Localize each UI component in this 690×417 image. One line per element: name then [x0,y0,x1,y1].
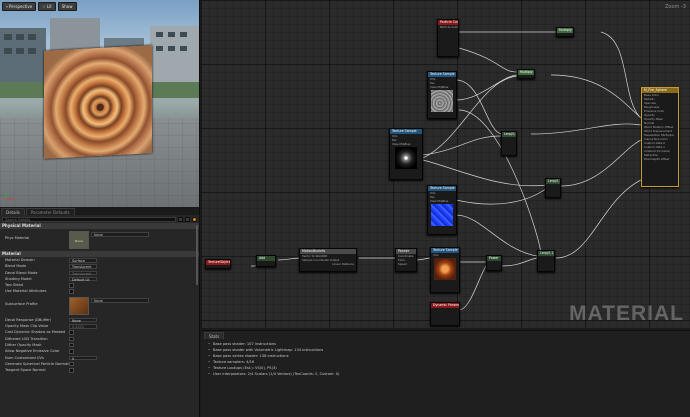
tangent-space-normal-row: Tangent Space Normal [0,367,199,373]
material-editor: ▾Perspective ☼Lit Show Details Parameter… [0,0,690,417]
phys-material-thumbnail[interactable]: None [69,231,89,249]
node-texture-sample-a[interactable]: Texture Sample UVs Tex View MipBias [427,71,457,119]
node-texture-sample-d[interactable]: Texture Sample UVs [430,247,460,293]
node-particle-color[interactable]: Particle Color Particle Color [437,19,459,57]
dithered-lod-checkbox[interactable] [69,336,74,342]
tab-parameter-defaults[interactable]: Parameter Defaults [25,208,75,215]
node-lerp-1[interactable]: Lerp(0,1) [501,131,517,156]
tangent-space-normal-checkbox[interactable] [69,368,74,373]
zoom-label: Zoom -3 [665,4,686,10]
subsurface-profile-label: Subsurface Profile [5,301,38,306]
details-search-row: Search Details [0,215,199,223]
opacity-mask-clip-input[interactable]: 0.3333 [69,324,97,329]
node-add[interactable]: Add [256,255,276,267]
texture-thumbnail-blue [431,204,453,226]
blend-mode-dropdown[interactable]: Translucent [69,264,97,269]
node-multiply-1[interactable]: Multiply [556,27,574,37]
node-texture-object[interactable]: TextureObject [205,259,231,269]
subsurface-profile-row: Subsurface Profile None [0,295,199,317]
allow-negative-emissive-checkbox[interactable] [69,349,74,354]
node-power[interactable]: Power [486,255,502,271]
details-scrollbar[interactable] [196,225,198,285]
phys-material-dropdown[interactable]: None [91,232,149,237]
preview-mesh [44,45,152,159]
stats-tabs: Stats [201,331,690,339]
node-texture-sample-b[interactable]: Texture Sample UVs Tex View MipBias [389,128,423,180]
pin-particle-color: Particle Color [440,25,459,29]
lightbulb-icon: ☼ [42,4,46,9]
decal-blend-mode-dropdown[interactable]: Translucent [69,270,97,276]
phys-material-label: Phys Material [5,236,30,240]
preview-viewport[interactable]: ▾Perspective ☼Lit Show [0,0,200,207]
shading-model-dropdown[interactable]: Default Lit [69,276,97,282]
perspective-button[interactable]: ▾Perspective [2,2,37,11]
details-panel: Details Parameter Defaults Search Detail… [0,207,200,417]
node-lerp-3[interactable]: Lerp(0,1) [537,250,555,272]
texture-thumbnail-flare [395,147,417,169]
texture-thumbnail-fire [434,258,456,280]
cast-dynamic-shadow-checkbox[interactable] [69,330,74,335]
details-search-input[interactable]: Search Details [2,216,176,222]
dither-opacity-checkbox[interactable] [69,342,74,348]
node-multiply-2[interactable]: Multiply [517,69,535,79]
node-texture-sample-c[interactable]: Texture Sample UVs Tex View MipBias [427,185,457,235]
num-customized-uvs-input[interactable]: 0 [69,355,97,360]
viewport-toolbar: ▾Perspective ☼Lit Show [2,2,77,11]
stats-list: Base pass shader: 107 instructions Base … [201,339,690,377]
node-lerp-2[interactable]: Lerp(0,1) [545,178,561,198]
material-domain-dropdown[interactable]: Surface [69,258,97,263]
view-options-icon[interactable] [178,216,183,222]
phys-material-row: Phys Material None None [0,229,199,251]
node-panner[interactable]: Panner Coordinate Time Speed [395,248,417,272]
subsurface-thumbnail[interactable] [69,296,89,315]
material-graph[interactable]: Zoom -3 MATERIAL Particle Color Particle… [201,0,690,328]
material-rows: Material Domain Surface Blend Mode Translu… [0,257,199,295]
lock-icon[interactable] [185,216,190,222]
node-material-output[interactable]: M_Fire_Sphere Base Color Metallic Specul… [641,87,679,187]
stat-line: User interpolators: 2/4 Scalars (1/4 Vec… [201,371,690,377]
spherical-normals-checkbox[interactable] [69,361,74,367]
lit-button[interactable]: ☼Lit [38,2,56,11]
decal-response-dropdown[interactable]: None [69,317,97,323]
texture-thumbnail-noise [431,90,453,112]
stats-panel: Stats Base pass shader: 107 instructions… [201,330,690,417]
material-watermark: MATERIAL [569,302,684,325]
node-motion-blur-info[interactable]: MotionBlurInfo Vector to WA/ORD Sample C… [299,248,357,272]
subsurface-dropdown[interactable]: None [91,297,149,303]
two-sided-checkbox[interactable] [69,283,74,288]
material-rows-2: Decal Response (DBuffer) None Opacity Mas… [0,317,199,374]
camera-icon: ▾ [6,4,9,9]
show-button[interactable]: Show [57,2,77,11]
node-dynamic-parameter[interactable]: Dynamic Parameter [430,302,460,326]
tab-stats[interactable]: Stats [204,332,225,339]
details-tabs: Details Parameter Defaults [0,207,199,215]
axis-gizmo-icon [5,191,14,200]
use-material-attributes-checkbox[interactable] [69,289,74,294]
settings-icon[interactable] [192,216,197,222]
tab-details[interactable]: Details [1,208,25,215]
